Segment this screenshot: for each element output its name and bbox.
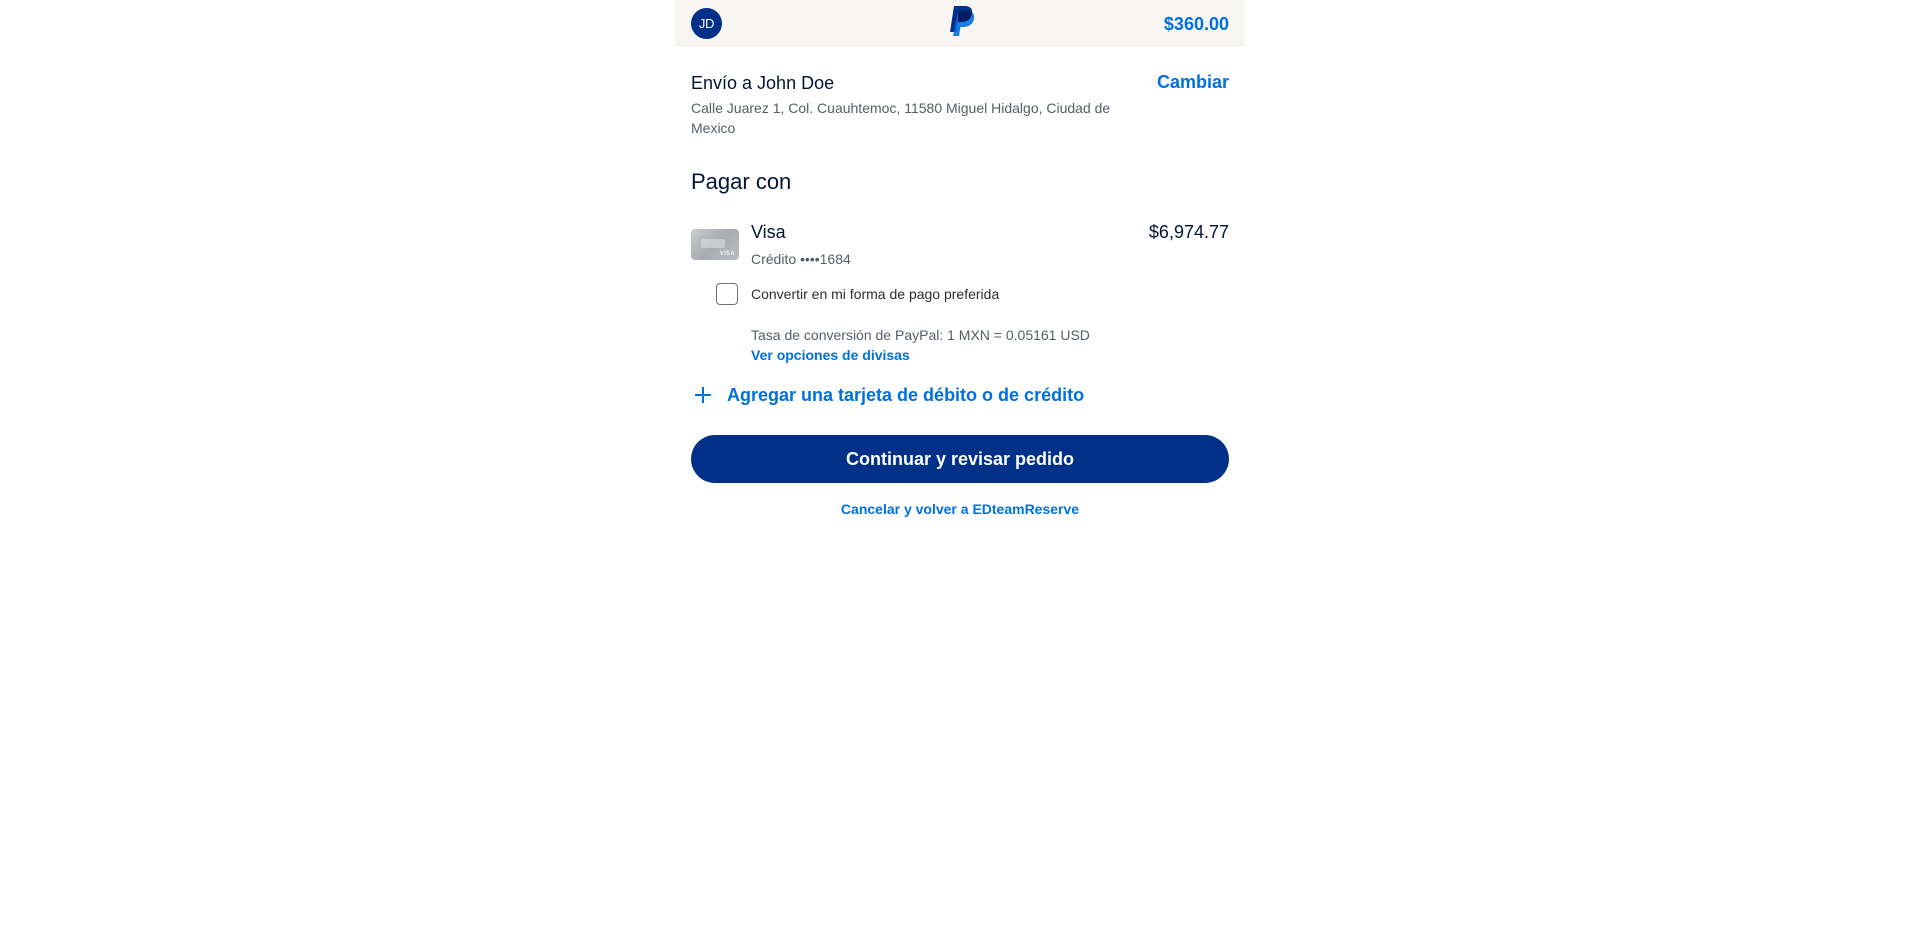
payment-method-detail: Crédito ••••1684 [751, 251, 851, 267]
payment-method-amount: $6,974.77 [1148, 222, 1229, 242]
conversion-rate-text: Tasa de conversión de PayPal: 1 MXN = 0.… [751, 327, 1090, 343]
order-total: $360.00 [1163, 14, 1229, 34]
conversion-info: Tasa de conversión de PayPal: 1 MXN = 0.… [691, 325, 1229, 365]
continue-review-button[interactable]: Continuar y revisar pedido [691, 435, 1229, 483]
payment-method-name: Visa [751, 222, 786, 242]
user-avatar[interactable]: JD [691, 8, 722, 39]
checkout-panel: JD $360.00 Envío a John Doe Cambiar Call… [675, 0, 1245, 517]
currency-options-link[interactable]: Ver opciones de divisas [751, 345, 1229, 365]
preferred-payment-option: Convertir en mi forma de pago preferida [691, 283, 1229, 313]
visa-card-icon: VISA [691, 229, 739, 260]
preferred-payment-label[interactable]: Convertir en mi forma de pago preferida [751, 286, 999, 302]
plus-icon [695, 387, 711, 403]
shipping-address: Calle Juarez 1, Col. Cuauhtemoc, 11580 M… [691, 100, 1111, 136]
paypal-logo-icon [950, 6, 975, 36]
add-card-link[interactable]: Agregar una tarjeta de débito o de crédi… [691, 384, 1229, 412]
shipping-title: Envío a John Doe [691, 73, 835, 93]
shipping-section: Envío a John Doe Cambiar Calle Juarez 1,… [691, 47, 1229, 138]
preferred-payment-checkbox[interactable] [716, 283, 738, 305]
pay-with-heading: Pagar con [691, 169, 792, 194]
header-bar: JD $360.00 [675, 0, 1245, 47]
cancel-return-link[interactable]: Cancelar y volver a EDteamReserve [691, 501, 1229, 517]
add-card-label: Agregar una tarjeta de débito o de crédi… [727, 385, 1085, 405]
change-shipping-link[interactable]: Cambiar [1157, 72, 1229, 93]
payment-method-visa[interactable]: VISA Visa Crédito ••••1684 $6,974.77 [691, 222, 1229, 272]
